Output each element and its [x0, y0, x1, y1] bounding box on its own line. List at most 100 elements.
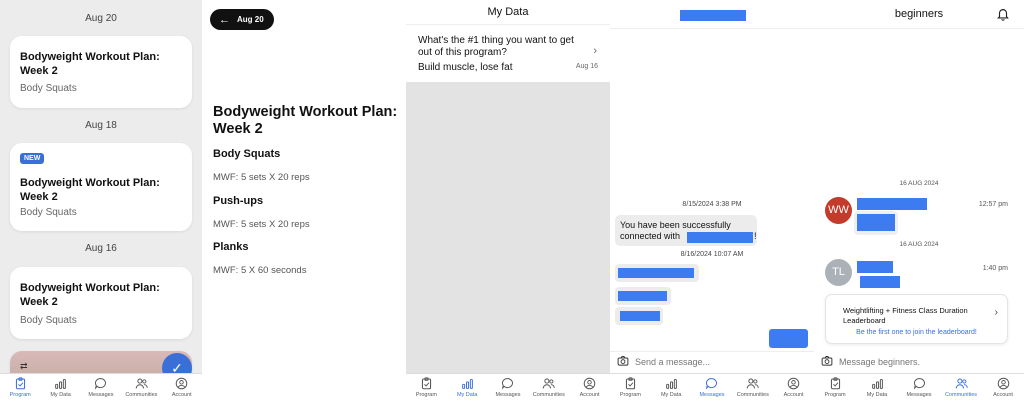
tab-label: Account	[993, 392, 1013, 398]
tab-account[interactable]: Account	[983, 377, 1023, 398]
messages-screen: 8/15/2024 3:38 PM You have been successf…	[610, 0, 814, 403]
program-screen: Aug 20 Bodyweight Workout Plan: Week 2 B…	[0, 0, 202, 403]
workout-title: Bodyweight Workout Plan: Week 2	[213, 104, 398, 137]
tab-label: My Data	[866, 392, 888, 398]
tab-label: Account	[783, 392, 804, 398]
avatar[interactable]: WW	[825, 197, 852, 224]
header-divider	[814, 28, 1024, 29]
chat-icon	[502, 378, 514, 390]
clipboard-icon	[830, 377, 840, 390]
leaderboard-cta[interactable]: Be the first one to join the leaderboard…	[826, 329, 1007, 336]
tab-label: My Data	[50, 392, 71, 398]
card-title: Bodyweight Workout Plan: Week 2	[20, 51, 160, 77]
leaderboard-title: Weightlifting + Fitness Class Duration L…	[843, 306, 968, 325]
tab-account[interactable]: Account	[570, 377, 610, 398]
account-icon	[997, 377, 1009, 390]
chevron-right-icon: ›	[593, 45, 597, 57]
clipboard-icon	[625, 377, 635, 390]
message-input[interactable]	[635, 355, 805, 368]
empty-area	[406, 82, 610, 373]
message-bubble: You have been successfully connected wit…	[615, 215, 757, 246]
redacted-text	[618, 291, 667, 301]
tab-communities[interactable]: Communities	[121, 377, 161, 398]
answer-date: Aug 16	[575, 63, 598, 70]
bar-chart-icon	[871, 378, 883, 389]
tab-label: Messages	[699, 392, 725, 398]
date-divider: 16 AUG 2024	[899, 241, 939, 248]
people-icon	[955, 378, 968, 389]
tab-communities[interactable]: Communities	[941, 377, 981, 398]
tab-label: Account	[171, 392, 192, 398]
card-subtitle: Body Squats	[20, 83, 77, 94]
program-card[interactable]: Bodyweight Workout Plan: Week 2 Body Squ…	[10, 267, 192, 339]
date-header: Aug 16	[85, 243, 117, 254]
message-timestamp: 8/16/2024 10:07 AM	[680, 251, 744, 258]
tab-my-data[interactable]: My Data	[857, 377, 897, 398]
people-icon	[747, 378, 759, 389]
question-text: What's the #1 thing you want to get out …	[418, 35, 574, 58]
tab-messages[interactable]: Messages	[488, 377, 528, 398]
date-divider: 16 AUG 2024	[899, 180, 939, 187]
message-time: 12:57 pm	[978, 201, 1008, 208]
tab-communities[interactable]: Communities	[733, 377, 773, 398]
card-title: Bodyweight Workout Plan: Week 2	[20, 282, 160, 308]
tab-label: Account	[579, 392, 600, 398]
card-subtitle: Body Squats	[20, 207, 77, 218]
camera-icon[interactable]	[617, 355, 629, 367]
chevron-right-icon: ›	[994, 307, 998, 318]
clipboard-icon	[15, 377, 25, 390]
message-bubble	[854, 211, 898, 235]
account-icon	[583, 377, 596, 390]
question-row[interactable]: What's the #1 thing you want to get out …	[406, 24, 610, 82]
tab-label: Communities	[944, 392, 978, 398]
community-message-input[interactable]	[839, 355, 1009, 368]
sent-message-bubble	[769, 329, 808, 348]
tab-label: My Data	[456, 392, 478, 398]
people-icon	[135, 378, 148, 389]
message-bubble	[615, 307, 663, 325]
leaderboard-card[interactable]: Weightlifting + Fitness Class Duration L…	[825, 294, 1008, 344]
tab-messages[interactable]: Messages	[899, 377, 939, 398]
date-header: Aug 18	[85, 120, 117, 131]
tab-label: Program	[9, 392, 31, 398]
program-card[interactable]: NEW Bodyweight Workout Plan: Week 2 Body…	[10, 143, 192, 231]
answer-text: Build muscle, lose fat	[418, 62, 513, 73]
tab-my-data[interactable]: My Data	[41, 377, 81, 398]
tab-my-data[interactable]: My Data	[447, 377, 487, 398]
avatar[interactable]: TL	[825, 259, 852, 286]
message-time: 1:40 pm	[982, 265, 1008, 272]
program-card[interactable]: Bodyweight Workout Plan: Week 2 Body Squ…	[10, 36, 192, 108]
tab-label: Program	[619, 392, 641, 398]
chat-icon	[706, 378, 718, 390]
tab-account[interactable]: Account	[774, 377, 814, 398]
tab-messages[interactable]: Messages	[692, 377, 732, 398]
back-button[interactable]: ← Aug 20	[210, 9, 274, 30]
my-data-screen: My Data What's the #1 thing you want to …	[406, 0, 610, 403]
tab-program[interactable]: Program	[815, 377, 855, 398]
message-composer	[814, 352, 1024, 372]
clipboard-icon	[421, 377, 431, 390]
tab-program[interactable]: Program	[406, 377, 446, 398]
date-header: Aug 20	[85, 13, 117, 24]
exercise-name: Push-ups	[213, 195, 264, 207]
message-bubble	[615, 287, 671, 305]
people-icon	[543, 378, 555, 389]
tab-program[interactable]: Program	[0, 377, 40, 398]
tab-my-data[interactable]: My Data	[651, 377, 691, 398]
workout-detail-screen: ← Aug 20 Bodyweight Workout Plan: Week 2…	[202, 0, 406, 403]
camera-icon[interactable]	[821, 355, 833, 367]
bottom-tab-bar: Program My Data Messages Communities Acc…	[406, 373, 610, 403]
tab-communities[interactable]: Communities	[529, 377, 569, 398]
bell-icon[interactable]	[996, 7, 1010, 21]
page-title: My Data	[487, 6, 529, 18]
tab-account[interactable]: Account	[162, 377, 202, 398]
repeat-icon: ⇄	[20, 361, 28, 371]
message-end-punctuation: !	[754, 231, 757, 241]
tab-label: Communities	[736, 392, 769, 398]
card-title: Bodyweight Workout Plan: Week 2	[20, 177, 160, 203]
tab-program[interactable]: Program	[610, 377, 650, 398]
community-screen: beginners 16 AUG 2024 WW 12:57 pm 16 AUG…	[814, 0, 1024, 403]
chat-icon	[913, 378, 925, 390]
tab-messages[interactable]: Messages	[81, 377, 121, 398]
tab-label: Program	[824, 392, 846, 398]
